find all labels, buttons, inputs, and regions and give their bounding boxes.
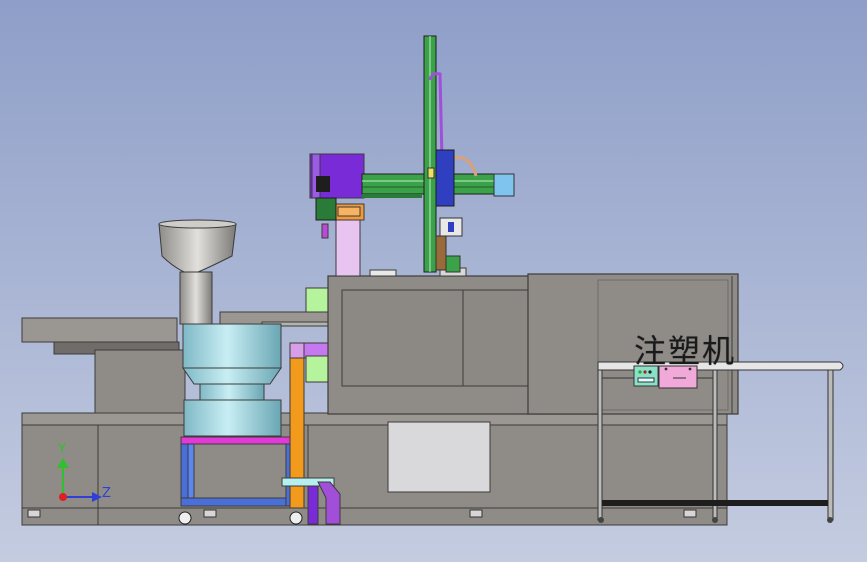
machine-label: 注塑机: [634, 332, 737, 370]
vibratory-bowl: [182, 323, 282, 437]
z-axis-label: Z: [102, 486, 111, 501]
robot-column: [333, 203, 365, 277]
y-axis-label: Y: [58, 442, 66, 457]
assembly-drawing: [0, 0, 867, 562]
cad-viewport: [0, 0, 867, 562]
machine-base: [21, 412, 728, 526]
x-axis-dot: [59, 493, 67, 501]
